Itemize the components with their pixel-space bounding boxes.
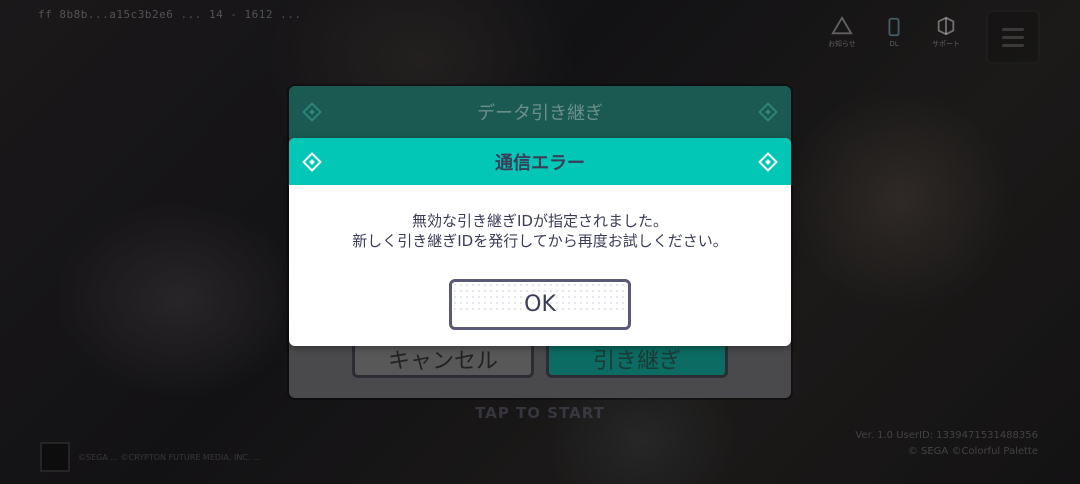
support-caption: サポート: [932, 40, 960, 48]
menu-button[interactable]: [986, 10, 1040, 64]
diamond-ornament-icon: [758, 102, 778, 122]
download-caption: DL: [889, 40, 899, 48]
user-id-text: Ver. 1.0 UserID: 1339471531488356: [855, 430, 1038, 441]
title-screen[interactable]: ff 8b8b...a15c3b2e6 ... 14 - 1612 ... お知…: [0, 0, 1080, 484]
logo-icon: [40, 442, 70, 472]
error-message-line2: 新しく引き継ぎIDを発行してから再度お試しください。: [352, 232, 728, 250]
publisher-text: © SEGA ©Colorful Palette: [907, 446, 1038, 457]
error-dialog-title: 通信エラー: [495, 152, 585, 174]
error-dialog: 通信エラー 無効な引き継ぎIDが指定されました。 新しく引き継ぎIDを発行してか…: [289, 138, 791, 346]
diamond-ornament-icon: [302, 151, 322, 172]
ok-button[interactable]: OK: [449, 279, 631, 330]
tap-to-start-label: TAP TO START: [475, 404, 605, 422]
error-message: 無効な引き継ぎIDが指定されました。 新しく引き継ぎIDを発行してから再度お試し…: [289, 185, 791, 251]
error-dialog-header: 通信エラー: [289, 138, 791, 185]
error-message-line1: 無効な引き継ぎIDが指定されました。: [412, 212, 668, 230]
copyright-block: ©SEGA ... ©CRYPTON FUTURE MEDIA, INC. ..…: [40, 442, 378, 472]
version-info: ff 8b8b...a15c3b2e6 ... 14 - 1612 ...: [38, 8, 302, 21]
hamburger-line: [1002, 43, 1024, 47]
diamond-ornament-icon: [758, 151, 778, 172]
copyright-text: ©SEGA ... ©CRYPTON FUTURE MEDIA, INC. ..…: [78, 452, 261, 462]
notice-icon[interactable]: お知らせ: [824, 14, 860, 50]
ok-button-label: OK: [524, 292, 556, 317]
download-icon[interactable]: DL: [876, 14, 912, 50]
data-transfer-header: データ引き継ぎ: [289, 86, 791, 138]
top-toolbar: お知らせ DL サポート: [824, 10, 1040, 64]
data-transfer-title: データ引き継ぎ: [477, 103, 603, 124]
hamburger-line: [1002, 27, 1024, 31]
user-info-block: Ver. 1.0 UserID: 1339471531488356 © SEGA…: [855, 428, 1038, 460]
hamburger-line: [1002, 35, 1024, 39]
download-icon-glyph: [888, 17, 900, 37]
support-icon[interactable]: サポート: [928, 14, 964, 50]
support-icon-glyph: [937, 16, 955, 36]
diamond-ornament-icon: [302, 102, 322, 122]
notice-caption: お知らせ: [828, 40, 856, 48]
notice-icon-glyph: [831, 15, 853, 35]
